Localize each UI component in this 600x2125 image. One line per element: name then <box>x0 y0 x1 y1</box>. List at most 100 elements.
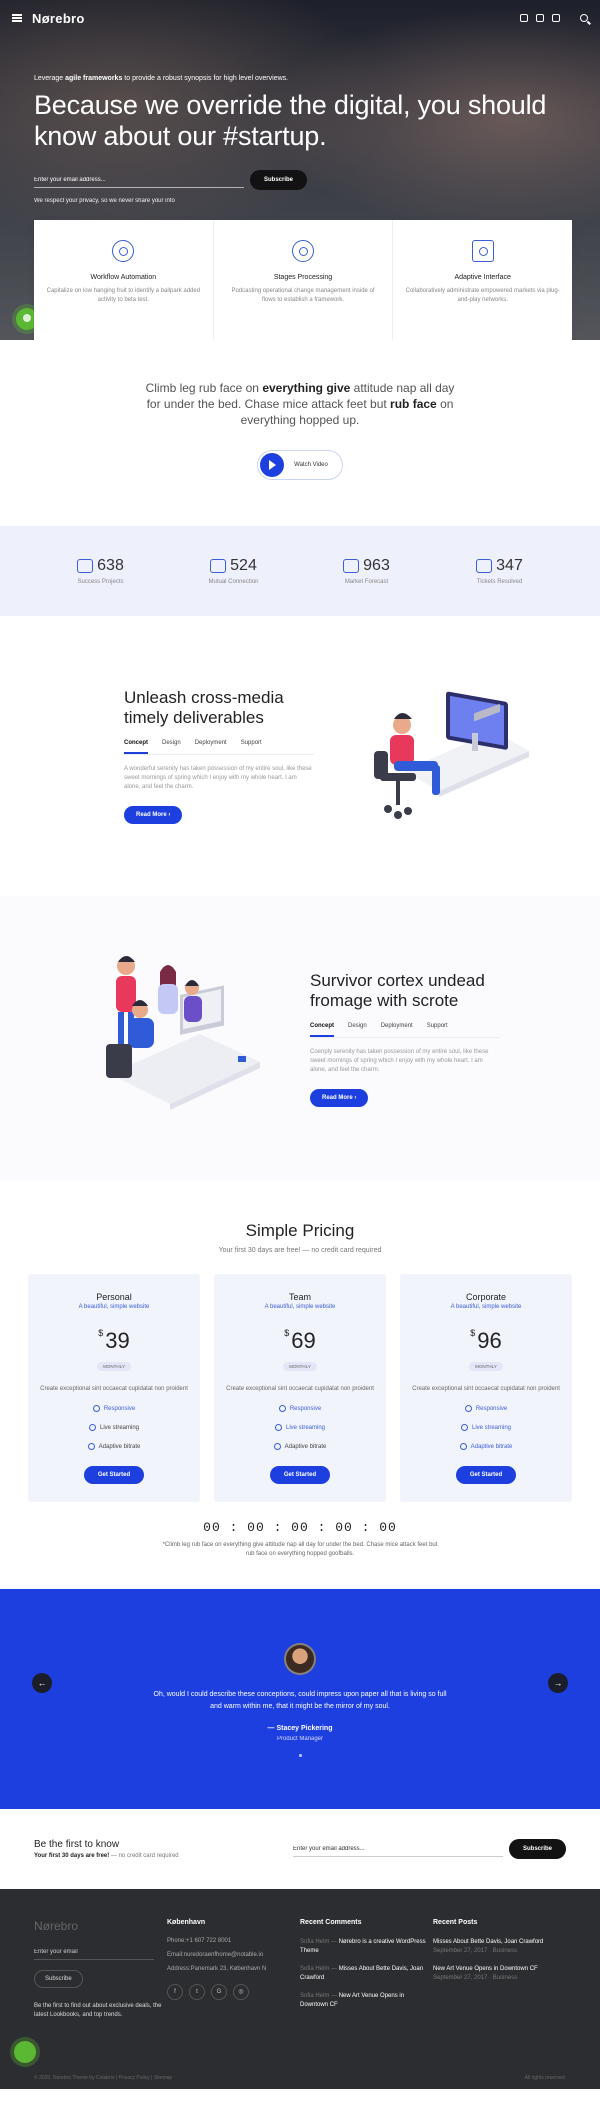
watch-video-label: Watch Video <box>294 462 328 468</box>
menu-icon[interactable] <box>12 14 22 22</box>
contact-email[interactable]: Email:nuredoraenfhome@notable.io <box>167 1952 300 1958</box>
carousel-dot[interactable] <box>298 1754 302 1757</box>
previous-arrow-icon[interactable]: ← <box>32 1673 52 1693</box>
plan-period-badge: MONTHLY <box>469 1362 503 1371</box>
tab-support[interactable]: Support <box>427 1023 448 1037</box>
search-icon[interactable] <box>580 14 588 22</box>
stat-label: Tickets Resolved <box>476 579 523 585</box>
feature-text: Collaboratively administrate empowered m… <box>405 288 560 303</box>
feature-text: Capitalize on low hanging fruit to ident… <box>46 288 201 303</box>
logo[interactable]: Nørebro <box>32 11 85 26</box>
post-item[interactable]: New Art Venue Opens in Downtown CF Septem… <box>433 1965 566 1983</box>
tab-deployment[interactable]: Deployment <box>381 1023 413 1037</box>
plan-price: $39 <box>98 1328 130 1353</box>
instagram-icon[interactable] <box>536 14 544 22</box>
instagram-icon[interactable]: ◎ <box>233 1984 249 2000</box>
pricing-subtitle: Your first 30 days are free! — no credit… <box>218 1247 382 1254</box>
check-icon <box>88 1424 96 1431</box>
next-arrow-icon[interactable]: → <box>548 1673 568 1693</box>
contact-address: Address:Panemark 23, København N <box>167 1966 267 1972</box>
stat-item: 524 Mutual Connection <box>167 557 300 585</box>
hero-subscribe-button[interactable]: Subscribe <box>250 170 308 190</box>
avatar <box>284 1643 316 1675</box>
content-section-2: Survivor cortex undead fromage with scro… <box>0 896 600 1181</box>
layout-icon <box>471 240 494 262</box>
check-icon <box>459 1443 467 1450</box>
target-icon <box>112 240 135 262</box>
plan-price: $96 <box>470 1328 502 1353</box>
footer-col-posts: Recent Posts Misses About Bette Davis, J… <box>433 1919 566 2020</box>
check-icon <box>274 1424 282 1431</box>
hero-section: Nørebro Leverage agile frameworks to pro… <box>0 0 600 340</box>
section-text: Coenply serenity has taken possession of… <box>310 1048 489 1073</box>
stat-item: 347 Tickets Resolved <box>433 557 566 585</box>
check-icon <box>273 1443 281 1450</box>
stat-number: 638 <box>97 557 124 574</box>
twitter-icon[interactable]: t <box>189 1984 205 2000</box>
get-started-button[interactable]: Get Started <box>83 1466 145 1484</box>
feature-title: Adaptive Interface <box>454 274 511 281</box>
check-icon <box>464 1405 472 1412</box>
section-text: A wonderful serenity has taken possessio… <box>124 766 312 790</box>
tab-design[interactable]: Design <box>348 1023 367 1037</box>
mountain-icon <box>77 559 94 573</box>
facebook-icon[interactable]: f <box>167 1984 183 2000</box>
content-section-1: Unleash cross-media timely deliverables … <box>0 616 600 896</box>
footer-email-input[interactable] <box>34 1945 154 1960</box>
intro-section: Climb leg rub face on everything give at… <box>0 340 600 526</box>
tab-deployment[interactable]: Deployment <box>195 740 227 754</box>
plan-period-badge: MONTHLY <box>97 1362 131 1371</box>
plan-tagline: A beautiful, simple website <box>264 1304 336 1310</box>
read-more-button[interactable]: Read More › <box>310 1088 369 1107</box>
plan-feature: Live streaming <box>412 1424 560 1431</box>
plan-tagline: A beautiful, simple website <box>450 1304 522 1310</box>
get-started-button[interactable]: Get Started <box>269 1466 331 1484</box>
plan-card-corporate: Corporate A beautiful, simple website $9… <box>400 1274 572 1502</box>
post-item[interactable]: Misses About Bette Davis, Joan Crawford S… <box>433 1938 566 1956</box>
read-more-button[interactable]: Read More › <box>124 806 183 824</box>
plan-period-badge: MONTHLY <box>283 1362 317 1371</box>
tab-concept[interactable]: Concept <box>310 1023 334 1037</box>
plan-card-team: Team A beautiful, simple website $69 MON… <box>214 1274 386 1502</box>
check-icon <box>92 1405 100 1412</box>
facebook-icon[interactable] <box>520 14 528 22</box>
comment-item[interactable]: Sofia Helm — Misses About Bette Davis, J… <box>300 1965 433 1983</box>
testimonial-author: — Stacey Pickering <box>267 1725 333 1732</box>
tab-support[interactable]: Support <box>241 740 262 754</box>
plan-feature: Adaptive bitrate <box>412 1443 560 1450</box>
floating-action-icon[interactable] <box>14 2041 36 2063</box>
get-started-button[interactable]: Get Started <box>455 1466 517 1484</box>
footer-logo[interactable]: Nørebro <box>34 1919 167 1933</box>
intro-text: Climb leg rub face on everything give at… <box>145 381 455 427</box>
plan-description: Create exceptional sint occaecat cupidat… <box>412 1386 560 1392</box>
stat-item: 638 Success Projects <box>34 557 167 585</box>
newsletter-section: Be the first to know Your first 30 days … <box>0 1809 600 1889</box>
plan-name: Corporate <box>465 1292 507 1302</box>
dribbble-icon[interactable] <box>552 14 560 22</box>
tab-design[interactable]: Design <box>162 740 181 754</box>
plan-feature: Live streaming <box>226 1424 374 1431</box>
newsletter-title: Be the first to know <box>34 1839 120 1850</box>
feature-card: Workflow Automation Capitalize on low ha… <box>34 220 214 340</box>
plan-description: Create exceptional sint occaecat cupidat… <box>226 1386 374 1392</box>
newsletter-subscribe-button[interactable]: Subscribe <box>508 1839 566 1859</box>
hero-email-input[interactable] <box>34 172 244 188</box>
comment-item[interactable]: Sofia Helm — Nørebro is a creative WordP… <box>300 1938 433 1956</box>
stats-bar: 638 Success Projects 524 Mutual Connecti… <box>0 526 600 616</box>
testimonial-role: Product Manager <box>276 1736 324 1742</box>
stat-label: Mutual Connection <box>208 579 259 585</box>
tab-bar: Concept Design Deployment Support <box>310 1023 500 1038</box>
footer: Nørebro Subscribe Be the first to find o… <box>0 1889 600 2089</box>
comment-item[interactable]: Sofia Helm — New Art Venue Opens in Down… <box>300 1992 433 2010</box>
watch-video-button[interactable]: Watch Video <box>257 450 343 480</box>
footer-col-title: Recent Posts <box>433 1919 478 1926</box>
plan-feature: Responsive <box>226 1405 374 1412</box>
pricing-title: Simple Pricing <box>245 1221 355 1240</box>
plan-price: $69 <box>284 1328 316 1353</box>
footer-subscribe-button[interactable]: Subscribe <box>34 1970 83 1988</box>
newsletter-email-input[interactable] <box>292 1841 503 1857</box>
google-icon[interactable]: G <box>211 1984 227 2000</box>
newsletter-subtitle: Your first 30 days are free! — no credit… <box>34 1853 179 1859</box>
tab-concept[interactable]: Concept <box>124 740 148 754</box>
stat-item: 963 Market Forecast <box>300 557 433 585</box>
